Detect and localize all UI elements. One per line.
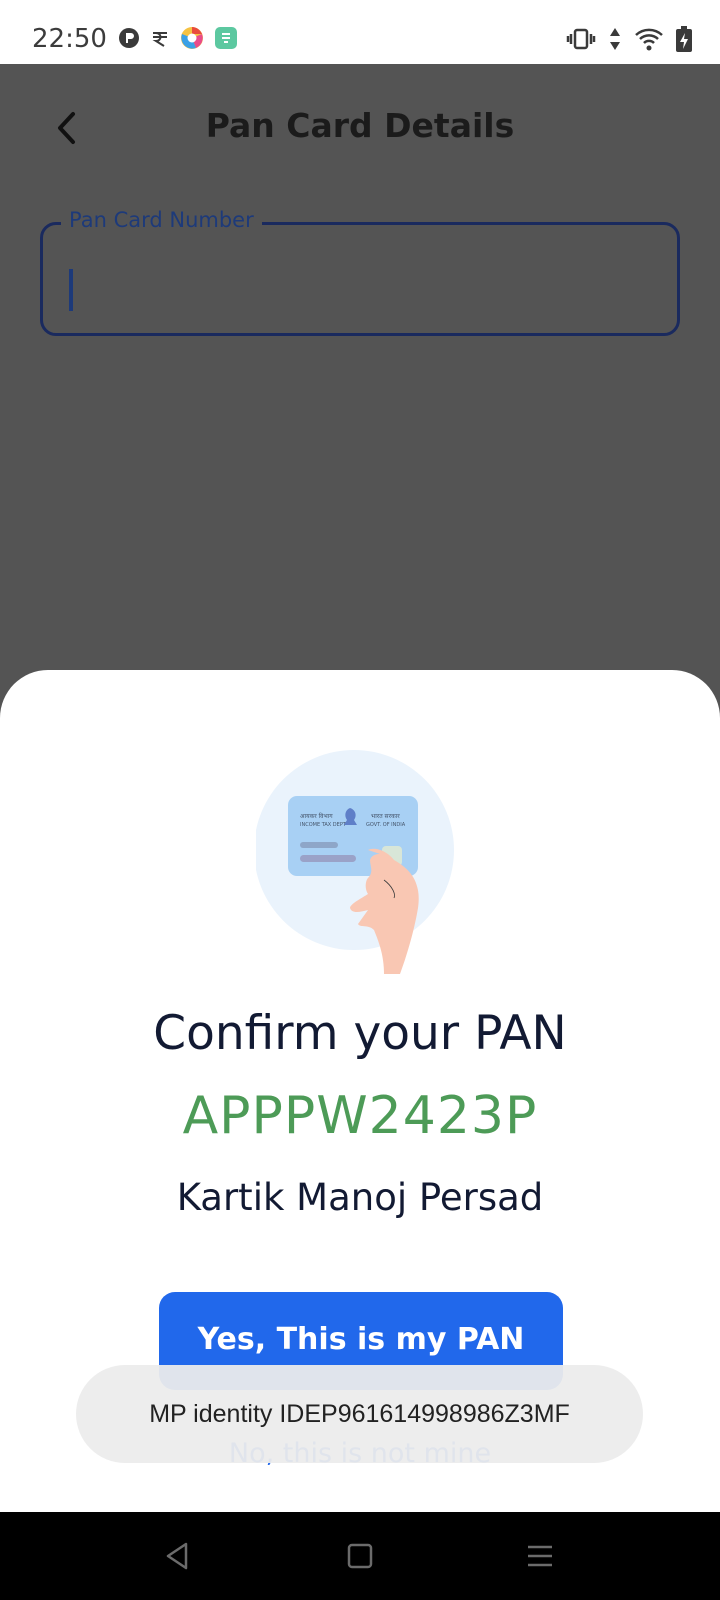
confirm-pan-title: Confirm your PAN (153, 1006, 567, 1061)
chrome-style-app-icon (181, 27, 203, 49)
card-text-right: GOVT. OF INDIA (366, 822, 406, 828)
card-text-hindi-right: भारत सरकार (371, 813, 400, 820)
pan-card-number-field[interactable]: Pan Card Number (40, 208, 680, 336)
pan-holder-name: Kartik Manoj Persad (176, 1176, 544, 1219)
notification-icons (118, 26, 238, 50)
page-title: Pan Card Details (205, 106, 515, 145)
vibrate-icon (566, 28, 596, 50)
toast-message: MP identity IDEP961614998986Z3MF (76, 1365, 643, 1463)
card-text-left: INCOME TAX DEPT (300, 822, 347, 828)
status-time: 22:50 (32, 24, 107, 54)
pan-card-number-label: Pan Card Number (61, 208, 262, 232)
nav-menu-button[interactable] (518, 1534, 562, 1578)
square-home-icon (347, 1543, 373, 1569)
green-app-icon (215, 27, 237, 49)
podcast-app-icon (119, 28, 139, 48)
rupee-app-icon (152, 32, 167, 47)
pan-number: APPPW2423P (182, 1086, 538, 1146)
data-arrows-icon (610, 28, 620, 50)
status-bar: 22:50 (0, 0, 720, 64)
system-icons (566, 26, 692, 52)
nav-back-button[interactable] (155, 1534, 199, 1578)
triangle-back-icon (166, 1542, 188, 1570)
system-nav-bar (0, 1512, 720, 1600)
menu-lines-icon (528, 1545, 552, 1567)
card-text-hindi-left: आयकर विभाग (300, 812, 333, 820)
pan-card-in-hand-icon: आयकर विभाग INCOME TAX DEPT भारत सरकार GO… (256, 750, 454, 974)
wifi-icon (635, 28, 663, 51)
battery-charging-icon (676, 26, 692, 52)
nav-home-button[interactable] (338, 1534, 382, 1578)
text-caret (69, 269, 73, 311)
